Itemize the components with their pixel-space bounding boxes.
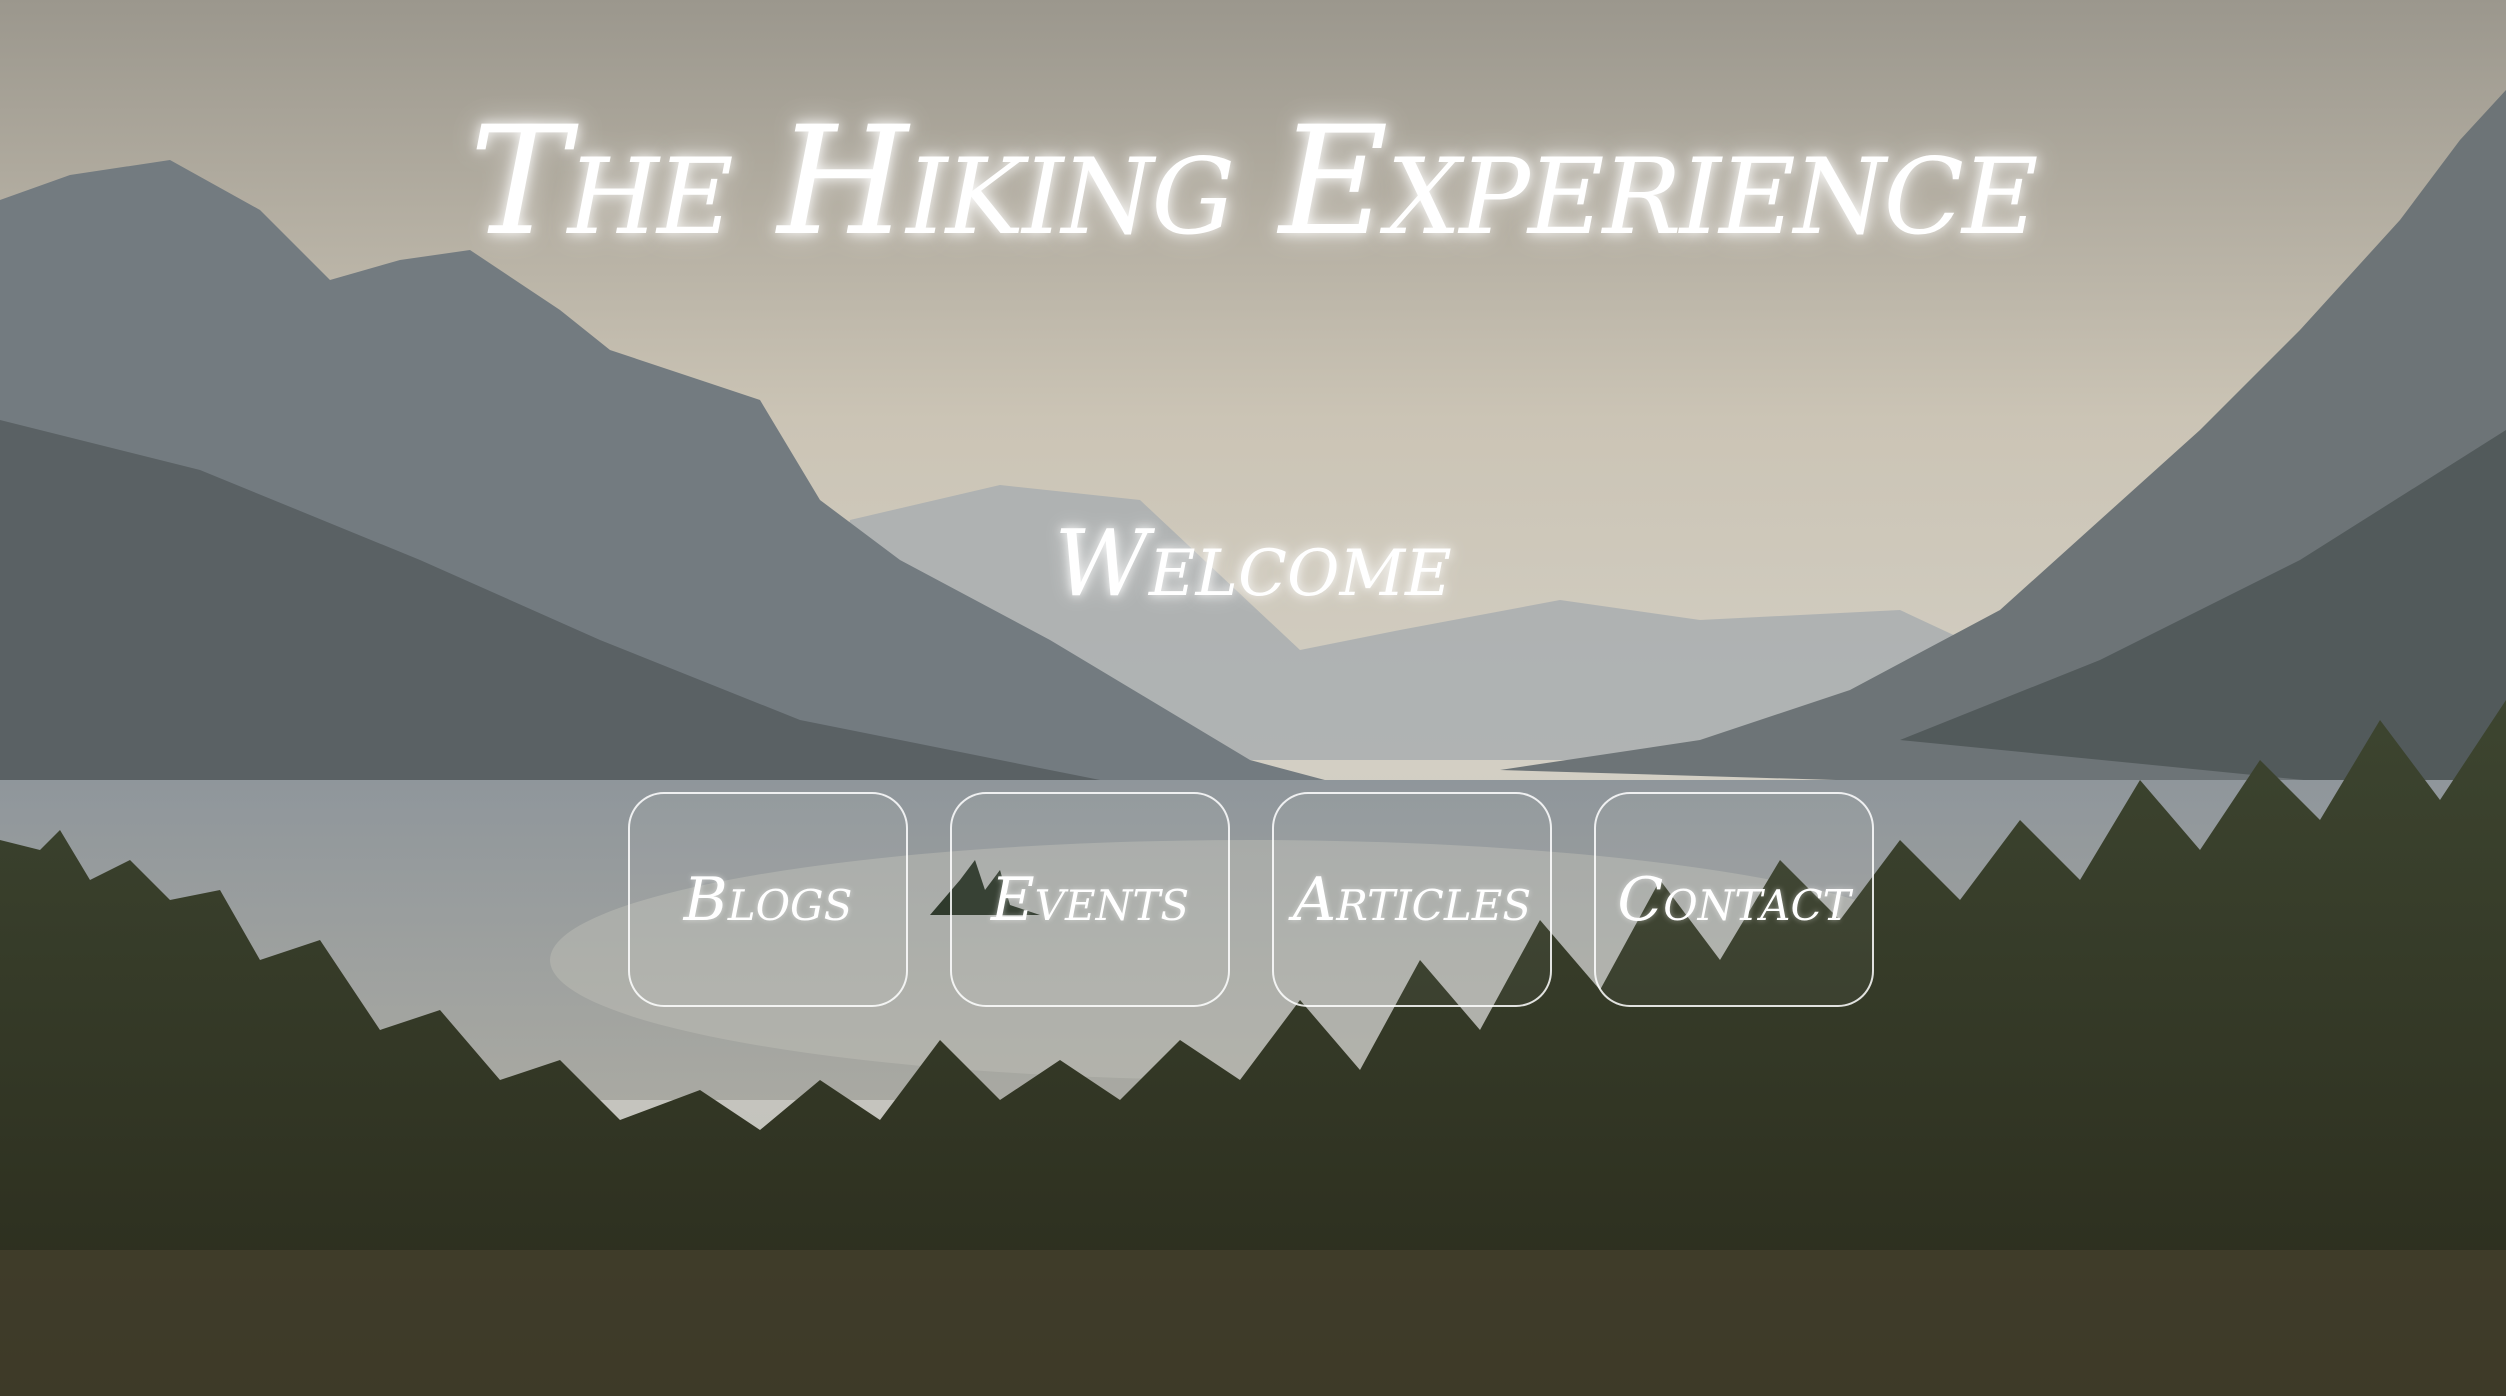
hero-scene: The Hiking Experience Welcome Blogs Even… [0,0,2506,1396]
contact-button[interactable]: Contact [1594,792,1874,1007]
events-button[interactable]: Events [950,792,1230,1007]
main-navigation: Blogs Events Articles Contact [628,792,1874,1007]
site-title: The Hiking Experience [469,95,2038,269]
welcome-heading: Welcome [1054,510,1452,617]
articles-button[interactable]: Articles [1272,792,1552,1007]
blogs-button[interactable]: Blogs [628,792,908,1007]
